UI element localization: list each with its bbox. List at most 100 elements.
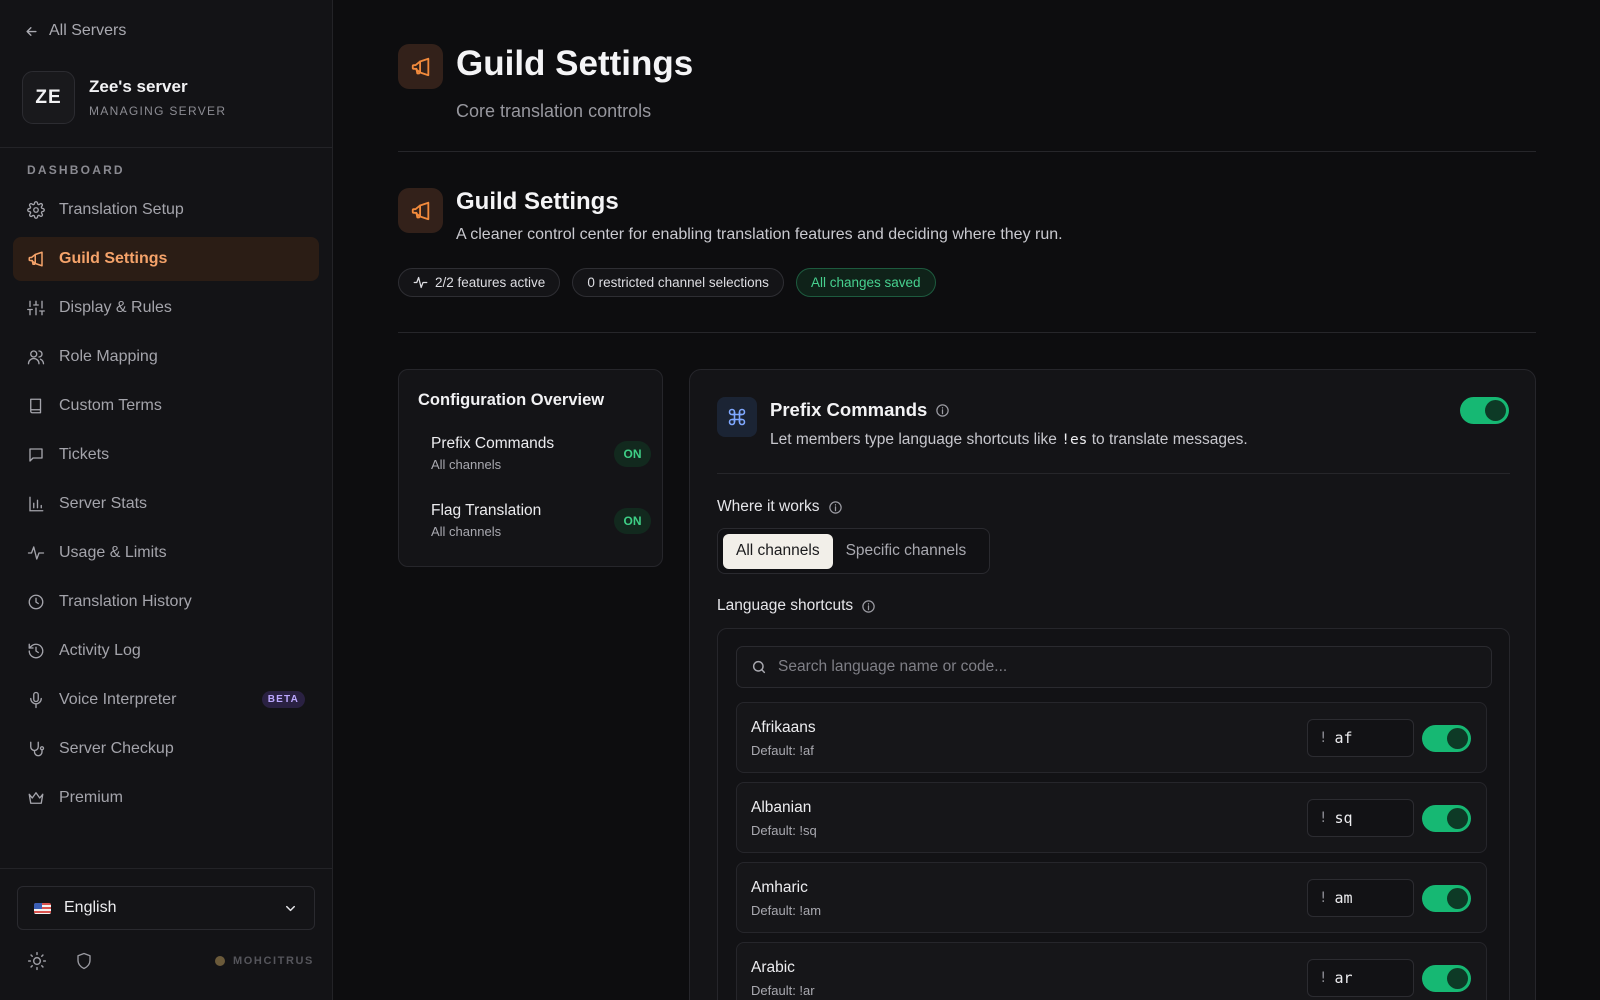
language-shortcuts-list: Afrikaans Default: !af ! af Albanian Def… bbox=[717, 628, 1510, 1000]
language-toggle[interactable] bbox=[1422, 885, 1471, 912]
where-it-works-label-row: Where it works bbox=[717, 498, 843, 516]
clock-icon bbox=[28, 594, 44, 610]
section-header-icon bbox=[398, 188, 443, 233]
chevron-down-icon bbox=[286, 905, 295, 912]
shortcut-input[interactable]: ! sq bbox=[1307, 799, 1414, 837]
overview-item-prefix-commands: Prefix Commands All channels ON bbox=[431, 435, 651, 472]
users-icon bbox=[27, 350, 45, 365]
language-default: Default: !af bbox=[751, 743, 814, 758]
sidebar-item-tickets[interactable]: Tickets bbox=[13, 433, 319, 477]
configuration-overview-card: Configuration Overview Prefix Commands A… bbox=[398, 369, 663, 567]
sidebar-item-translation-setup[interactable]: Translation Setup bbox=[13, 188, 319, 232]
shortcut-code: af bbox=[1334, 729, 1353, 747]
activity-icon bbox=[27, 546, 45, 560]
language-toggle[interactable] bbox=[1422, 965, 1471, 992]
beta-badge: BETA bbox=[261, 691, 305, 708]
gear-icon bbox=[27, 201, 45, 219]
sliders-icon bbox=[27, 300, 45, 316]
brand-text: MOHCITRUS bbox=[232, 955, 314, 967]
sidebar-item-label: Guild Settings bbox=[59, 250, 168, 267]
sidebar-item-custom-terms[interactable]: Custom Terms bbox=[13, 384, 319, 428]
language-search-input[interactable] bbox=[778, 658, 1458, 676]
example-code: !es bbox=[1061, 432, 1088, 448]
language-toggle[interactable] bbox=[1422, 805, 1471, 832]
features-active-pill: 2/2 features active bbox=[398, 268, 561, 297]
sidebar-item-label: Tickets bbox=[59, 446, 110, 463]
sidebar-item-translation-history[interactable]: Translation History bbox=[13, 580, 319, 624]
activity-icon bbox=[413, 276, 428, 289]
sun-icon[interactable] bbox=[27, 951, 47, 971]
back-link-label: All Servers bbox=[49, 22, 127, 39]
info-icon[interactable] bbox=[828, 500, 843, 515]
language-row-afrikaans: Afrikaans Default: !af ! af bbox=[736, 702, 1487, 773]
description-text: Let members type language shortcuts like bbox=[770, 431, 1062, 448]
megaphone-icon bbox=[28, 251, 43, 267]
brand-label: MOHCITRUS bbox=[214, 955, 314, 967]
bar-chart-icon bbox=[29, 496, 44, 512]
language-shortcuts-label-row: Language shortcuts bbox=[717, 597, 876, 615]
sidebar-nav: Translation Setup Guild Settings Display… bbox=[13, 188, 319, 825]
prefix-symbol: ! bbox=[1319, 890, 1328, 906]
language-toggle[interactable] bbox=[1422, 725, 1471, 752]
scope-option-all-channels[interactable]: All channels bbox=[723, 533, 833, 569]
scope-segmented-control: All channels Specific channels bbox=[717, 528, 990, 574]
language-name: Albanian bbox=[751, 799, 812, 816]
sidebar-item-premium[interactable]: Premium bbox=[13, 776, 319, 820]
sidebar-item-server-stats[interactable]: Server Stats bbox=[13, 482, 319, 526]
prefix-commands-title-row: Prefix Commands bbox=[770, 399, 950, 421]
prefix-commands-description: Let members type language shortcuts like… bbox=[770, 431, 1248, 449]
sidebar: All Servers ZE Zee's server MANAGING SER… bbox=[0, 0, 333, 1000]
sidebar-bottom-icons bbox=[27, 951, 93, 971]
crown-icon bbox=[28, 792, 44, 804]
sidebar-item-display-rules[interactable]: Display & Rules bbox=[13, 286, 319, 330]
scope-option-specific-channels[interactable]: Specific channels bbox=[833, 534, 980, 569]
language-row-albanian: Albanian Default: !sq ! sq bbox=[736, 782, 1487, 853]
overview-title: Configuration Overview bbox=[418, 391, 605, 409]
megaphone-icon bbox=[411, 201, 429, 220]
page-header-icon bbox=[398, 44, 443, 89]
us-flag-icon bbox=[34, 902, 51, 914]
sidebar-item-label: Display & Rules bbox=[59, 299, 172, 316]
shortcut-input[interactable]: ! am bbox=[1307, 879, 1414, 917]
sidebar-item-voice-interpreter[interactable]: Voice Interpreter BETA bbox=[13, 678, 319, 722]
shield-icon[interactable] bbox=[75, 951, 93, 971]
shortcut-input[interactable]: ! af bbox=[1307, 719, 1414, 757]
restricted-channels-text: 0 restricted channel selections bbox=[587, 275, 769, 290]
sidebar-item-usage-limits[interactable]: Usage & Limits bbox=[13, 531, 319, 575]
language-shortcuts-label: Language shortcuts bbox=[717, 597, 854, 614]
language-select[interactable]: English bbox=[17, 886, 315, 930]
section-description: A cleaner control center for enabling tr… bbox=[456, 226, 1063, 243]
info-icon[interactable] bbox=[861, 599, 876, 614]
section-title: Guild Settings bbox=[456, 188, 619, 215]
megaphone-icon bbox=[411, 57, 429, 76]
sidebar-item-role-mapping[interactable]: Role Mapping bbox=[13, 335, 319, 379]
language-default: Default: !am bbox=[751, 903, 822, 918]
header-divider bbox=[398, 151, 1536, 152]
language-name: Afrikaans bbox=[751, 719, 816, 736]
shortcut-input[interactable]: ! ar bbox=[1307, 959, 1414, 997]
info-icon[interactable] bbox=[935, 403, 950, 418]
features-active-text: 2/2 features active bbox=[435, 275, 546, 290]
server-avatar: ZE bbox=[22, 71, 75, 124]
shortcut-code: am bbox=[1334, 889, 1353, 907]
stethoscope-icon bbox=[30, 741, 45, 757]
citrus-icon bbox=[214, 956, 225, 966]
sidebar-item-label: Premium bbox=[59, 789, 124, 806]
sidebar-item-label: Activity Log bbox=[59, 642, 141, 659]
sidebar-item-server-checkup[interactable]: Server Checkup bbox=[13, 727, 319, 771]
description-text-end: to translate messages. bbox=[1087, 431, 1248, 448]
sidebar-item-activity-log[interactable]: Activity Log bbox=[13, 629, 319, 673]
history-icon bbox=[28, 643, 44, 659]
sidebar-item-label: Translation History bbox=[59, 593, 192, 610]
prefix-symbol: ! bbox=[1319, 730, 1328, 746]
language-name: Arabic bbox=[751, 959, 795, 976]
saved-status-text: All changes saved bbox=[810, 275, 921, 290]
prefix-symbol: ! bbox=[1319, 810, 1328, 826]
prefix-commands-title: Prefix Commands bbox=[770, 399, 928, 420]
sidebar-item-guild-settings[interactable]: Guild Settings bbox=[13, 237, 319, 281]
language-row-amharic: Amharic Default: !am ! am bbox=[736, 862, 1487, 933]
status-pills: 2/2 features active 0 restricted channel… bbox=[398, 268, 936, 297]
prefix-commands-toggle[interactable] bbox=[1460, 397, 1509, 424]
back-to-servers-link[interactable]: All Servers bbox=[24, 22, 126, 40]
sidebar-item-label: Server Stats bbox=[59, 495, 148, 512]
